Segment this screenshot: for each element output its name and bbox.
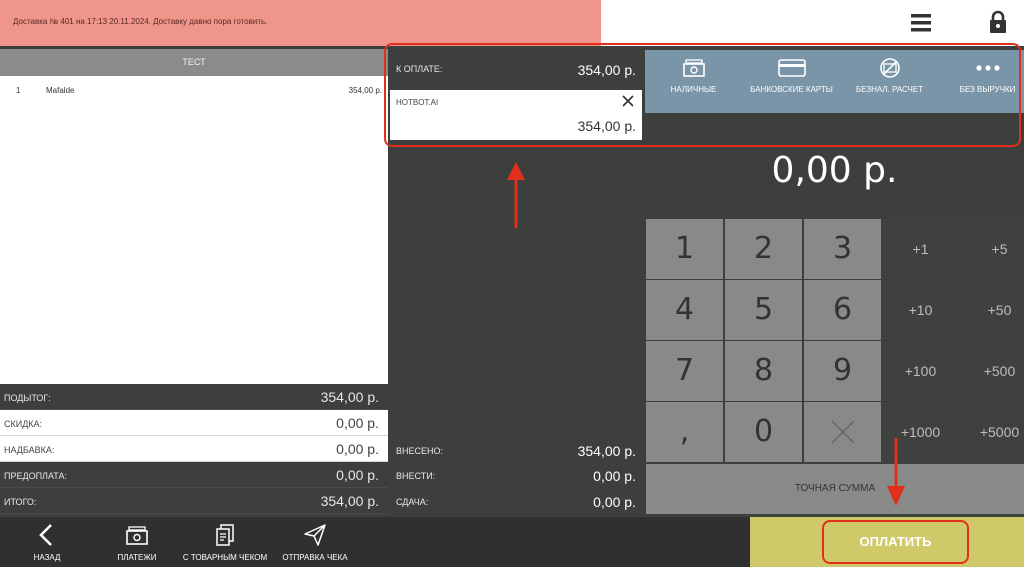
clear-icon: [831, 420, 855, 444]
deposited-value: 354,00 р.: [577, 443, 636, 459]
key-clear[interactable]: [804, 402, 881, 462]
to-deposit-value: 0,00 р.: [593, 468, 636, 484]
lock-icon[interactable]: [988, 10, 1008, 34]
surcharge-label: НАДБАВКА:: [4, 445, 55, 455]
send-icon: [304, 524, 326, 546]
key-2[interactable]: 2: [725, 219, 802, 279]
key-6[interactable]: 6: [804, 280, 881, 340]
key-4[interactable]: 4: [646, 280, 723, 340]
payments-icon: [126, 526, 148, 545]
discount-row[interactable]: СКИДКА: 0,00 р.: [0, 410, 388, 436]
subtotal-value: 354,00 р.: [320, 389, 379, 405]
discount-value: 0,00 р.: [336, 415, 379, 431]
key-9[interactable]: 9: [804, 341, 881, 401]
order-title: ТЕСТ: [0, 49, 388, 76]
delivery-notice[interactable]: Доставка № 401 на 17:13 20.11.2024. Дост…: [0, 0, 601, 46]
key-7[interactable]: 7: [646, 341, 723, 401]
receipt-icon: [216, 524, 234, 546]
with-receipt-button[interactable]: С ТОВАРНЫМ ЧЕКОМ: [178, 517, 272, 567]
exact-amount-button[interactable]: ТОЧНАЯ СУММА: [646, 464, 1024, 514]
subtotal-row: ПОДЫТОГ: 354,00 р.: [0, 384, 388, 410]
quick-add-50[interactable]: +50: [961, 280, 1024, 340]
surcharge-value: 0,00 р.: [336, 441, 379, 457]
payment-screen: Доставка № 401 на 17:13 20.11.2024. Дост…: [0, 0, 1024, 567]
key-8[interactable]: 8: [725, 341, 802, 401]
payments-label: ПЛАТЕЖИ: [117, 553, 157, 562]
total-label: ИТОГО:: [4, 497, 37, 507]
quick-add-1[interactable]: +1: [882, 219, 959, 279]
subtotal-label: ПОДЫТОГ:: [4, 393, 51, 403]
arrow-up-icon: [507, 162, 525, 228]
surcharge-row[interactable]: НАДБАВКА: 0,00 р.: [0, 436, 388, 462]
item-name: Mafalde: [46, 86, 75, 95]
amount-display: 0,00 р.: [771, 150, 898, 191]
key-3[interactable]: 3: [804, 219, 881, 279]
prepayment-label: ПРЕДОПЛАТА:: [4, 471, 67, 481]
send-receipt-button[interactable]: ОТПРАВКА ЧЕКА: [280, 517, 350, 567]
totals-panel: ПОДЫТОГ: 354,00 р. СКИДКА: 0,00 р. НАДБА…: [0, 384, 388, 514]
back-button[interactable]: НАЗАД: [17, 517, 77, 567]
highlight-box: [384, 43, 1021, 147]
with-receipt-label: С ТОВАРНЫМ ЧЕКОМ: [182, 553, 268, 562]
key-comma[interactable]: ,: [646, 402, 723, 462]
prepayment-value: 0,00 р.: [336, 467, 379, 483]
back-label: НАЗАД: [33, 553, 61, 562]
change-label: СДАЧА:: [396, 497, 429, 507]
order-panel: ТЕСТ 1 Mafalde 354,00 р.: [0, 49, 388, 384]
menu-icon[interactable]: [910, 12, 932, 34]
quick-add-5000[interactable]: +5000: [961, 402, 1024, 462]
item-number: 1: [16, 86, 21, 95]
to-deposit-label: ВНЕСТИ:: [396, 471, 436, 481]
top-bar: Доставка № 401 на 17:13 20.11.2024. Дост…: [0, 0, 1024, 46]
arrow-down-icon: [887, 438, 905, 506]
total-value: 354,00 р.: [320, 493, 379, 509]
key-1[interactable]: 1: [646, 219, 723, 279]
bottom-toolbar: НАЗАД ПЛАТЕЖИ С ТОВАРНЫМ ЧЕКОМ ОТПРАВКА …: [0, 517, 750, 567]
pay-button[interactable]: ОПЛАТИТЬ: [822, 520, 969, 564]
key-0[interactable]: 0: [725, 402, 802, 462]
key-5[interactable]: 5: [725, 280, 802, 340]
quick-add-5[interactable]: +5: [961, 219, 1024, 279]
chevron-left-icon: [39, 524, 52, 546]
change-value: 0,00 р.: [593, 494, 636, 510]
discount-label: СКИДКА:: [4, 419, 43, 429]
quick-add-10[interactable]: +10: [882, 280, 959, 340]
order-item[interactable]: 1 Mafalde 354,00 р.: [0, 76, 388, 106]
send-receipt-label: ОТПРАВКА ЧЕКА: [282, 553, 348, 562]
item-price: 354,00 р.: [348, 86, 382, 95]
quick-add-100[interactable]: +100: [882, 341, 959, 401]
total-row: ИТОГО: 354,00 р.: [0, 488, 388, 514]
deposited-label: ВНЕСЕНО:: [396, 446, 444, 456]
payments-button[interactable]: ПЛАТЕЖИ: [106, 517, 168, 567]
quick-add-500[interactable]: +500: [961, 341, 1024, 401]
prepayment-row: ПРЕДОПЛАТА: 0,00 р.: [0, 462, 388, 488]
